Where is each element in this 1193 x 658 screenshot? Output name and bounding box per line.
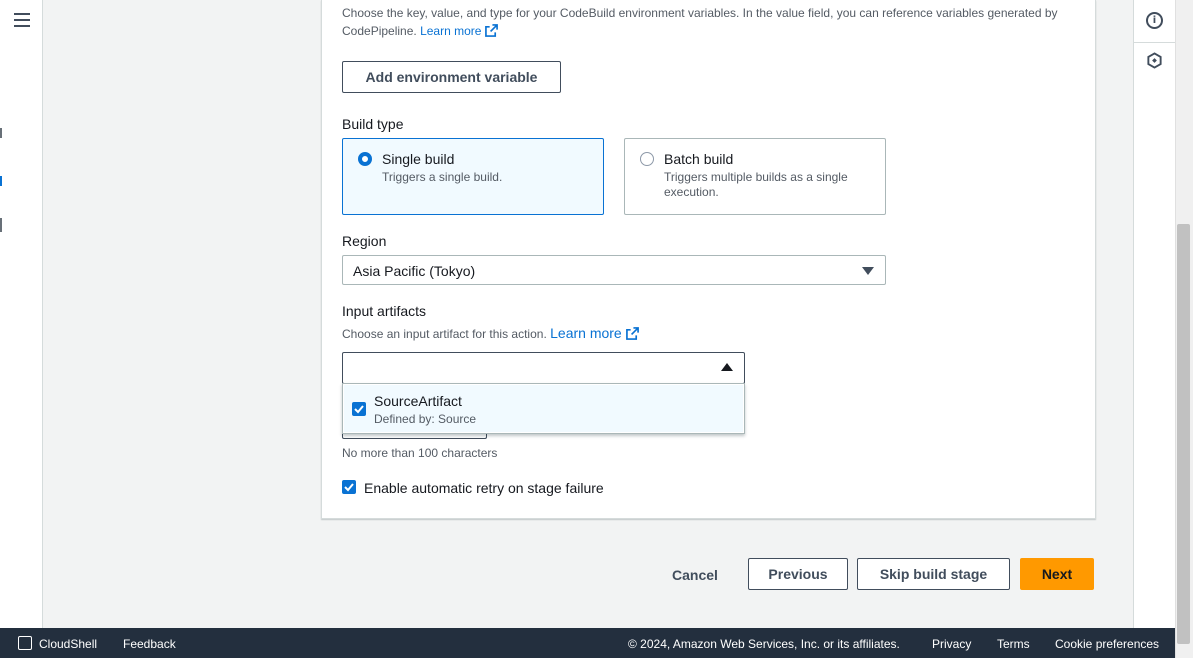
single-build-tile[interactable]: Single build Triggers a single build.: [342, 138, 604, 215]
source-artifact-subtitle: Defined by: Source: [374, 412, 477, 426]
source-artifact-title: SourceArtifact: [374, 393, 462, 409]
terms-link[interactable]: Terms: [997, 637, 1030, 651]
rail-edge-mark: [0, 218, 2, 232]
cookie-preferences-link[interactable]: Cookie preferences: [1055, 637, 1159, 651]
input-artifacts-label: Input artifacts: [342, 303, 427, 319]
input-artifacts-learn-more-link[interactable]: Learn more: [550, 325, 639, 341]
learn-more-label: Learn more: [550, 325, 622, 341]
checkmark-icon: [344, 483, 354, 492]
cancel-button[interactable]: Cancel: [672, 567, 718, 583]
batch-build-radio[interactable]: [640, 152, 654, 166]
single-build-title: Single build: [382, 151, 455, 167]
single-build-radio[interactable]: [358, 152, 372, 166]
next-button[interactable]: Next: [1020, 558, 1094, 590]
hexagon-icon[interactable]: [1146, 52, 1163, 69]
input-artifacts-dropdown: SourceArtifact Defined by: Source: [342, 383, 745, 434]
checkmark-icon: [354, 405, 364, 414]
build-type-label: Build type: [342, 116, 404, 132]
terminal-icon[interactable]: [18, 636, 32, 650]
rail-divider: [1134, 42, 1176, 43]
console-footer: CloudShell Feedback © 2024, Amazon Web S…: [0, 628, 1175, 658]
tools-rail: i: [1133, 0, 1176, 628]
info-icon[interactable]: i: [1146, 12, 1163, 29]
copyright-text: © 2024, Amazon Web Services, Inc. or its…: [628, 637, 900, 651]
character-constraint-text: No more than 100 characters: [342, 446, 498, 460]
source-artifact-checkbox[interactable]: [352, 402, 366, 416]
auto-retry-label: Enable automatic retry on stage failure: [364, 480, 604, 496]
add-environment-variable-button[interactable]: Add environment variable: [342, 61, 561, 93]
caret-up-icon: [721, 363, 733, 371]
source-artifact-option[interactable]: SourceArtifact Defined by: Source: [344, 385, 743, 432]
caret-down-icon: [862, 267, 874, 275]
left-nav-rail: [0, 0, 43, 628]
privacy-link[interactable]: Privacy: [932, 637, 971, 651]
cloudshell-link[interactable]: CloudShell: [39, 637, 97, 651]
rail-edge-mark: [0, 176, 2, 186]
rail-edge-mark: [0, 128, 2, 138]
skip-build-stage-button[interactable]: Skip build stage: [857, 558, 1010, 590]
region-select[interactable]: Asia Pacific (Tokyo): [342, 255, 886, 285]
single-build-description: Triggers a single build.: [382, 170, 503, 184]
batch-build-title: Batch build: [664, 151, 734, 167]
auto-retry-checkbox[interactable]: [342, 480, 356, 494]
feedback-link[interactable]: Feedback: [123, 637, 176, 651]
input-artifacts-description: Choose an input artifact for this action…: [342, 325, 639, 341]
batch-build-tile[interactable]: Batch build Triggers multiple builds as …: [624, 138, 886, 215]
learn-more-label: Learn more: [420, 24, 482, 38]
region-label: Region: [342, 233, 387, 249]
env-vars-learn-more-link[interactable]: Learn more: [420, 24, 499, 38]
env-vars-description: Choose the key, value, and type for your…: [342, 4, 1082, 40]
hamburger-menu-icon[interactable]: [14, 13, 30, 27]
scrollbar-thumb[interactable]: [1177, 224, 1190, 644]
input-artifacts-description-text: Choose an input artifact for this action…: [342, 327, 547, 341]
region-select-value: Asia Pacific (Tokyo): [353, 263, 476, 279]
previous-button[interactable]: Previous: [748, 558, 848, 590]
external-link-icon: [625, 327, 639, 340]
external-link-icon: [485, 24, 499, 37]
batch-build-description: Triggers multiple builds as a single exe…: [664, 170, 848, 199]
input-artifacts-multiselect[interactable]: [342, 352, 745, 384]
